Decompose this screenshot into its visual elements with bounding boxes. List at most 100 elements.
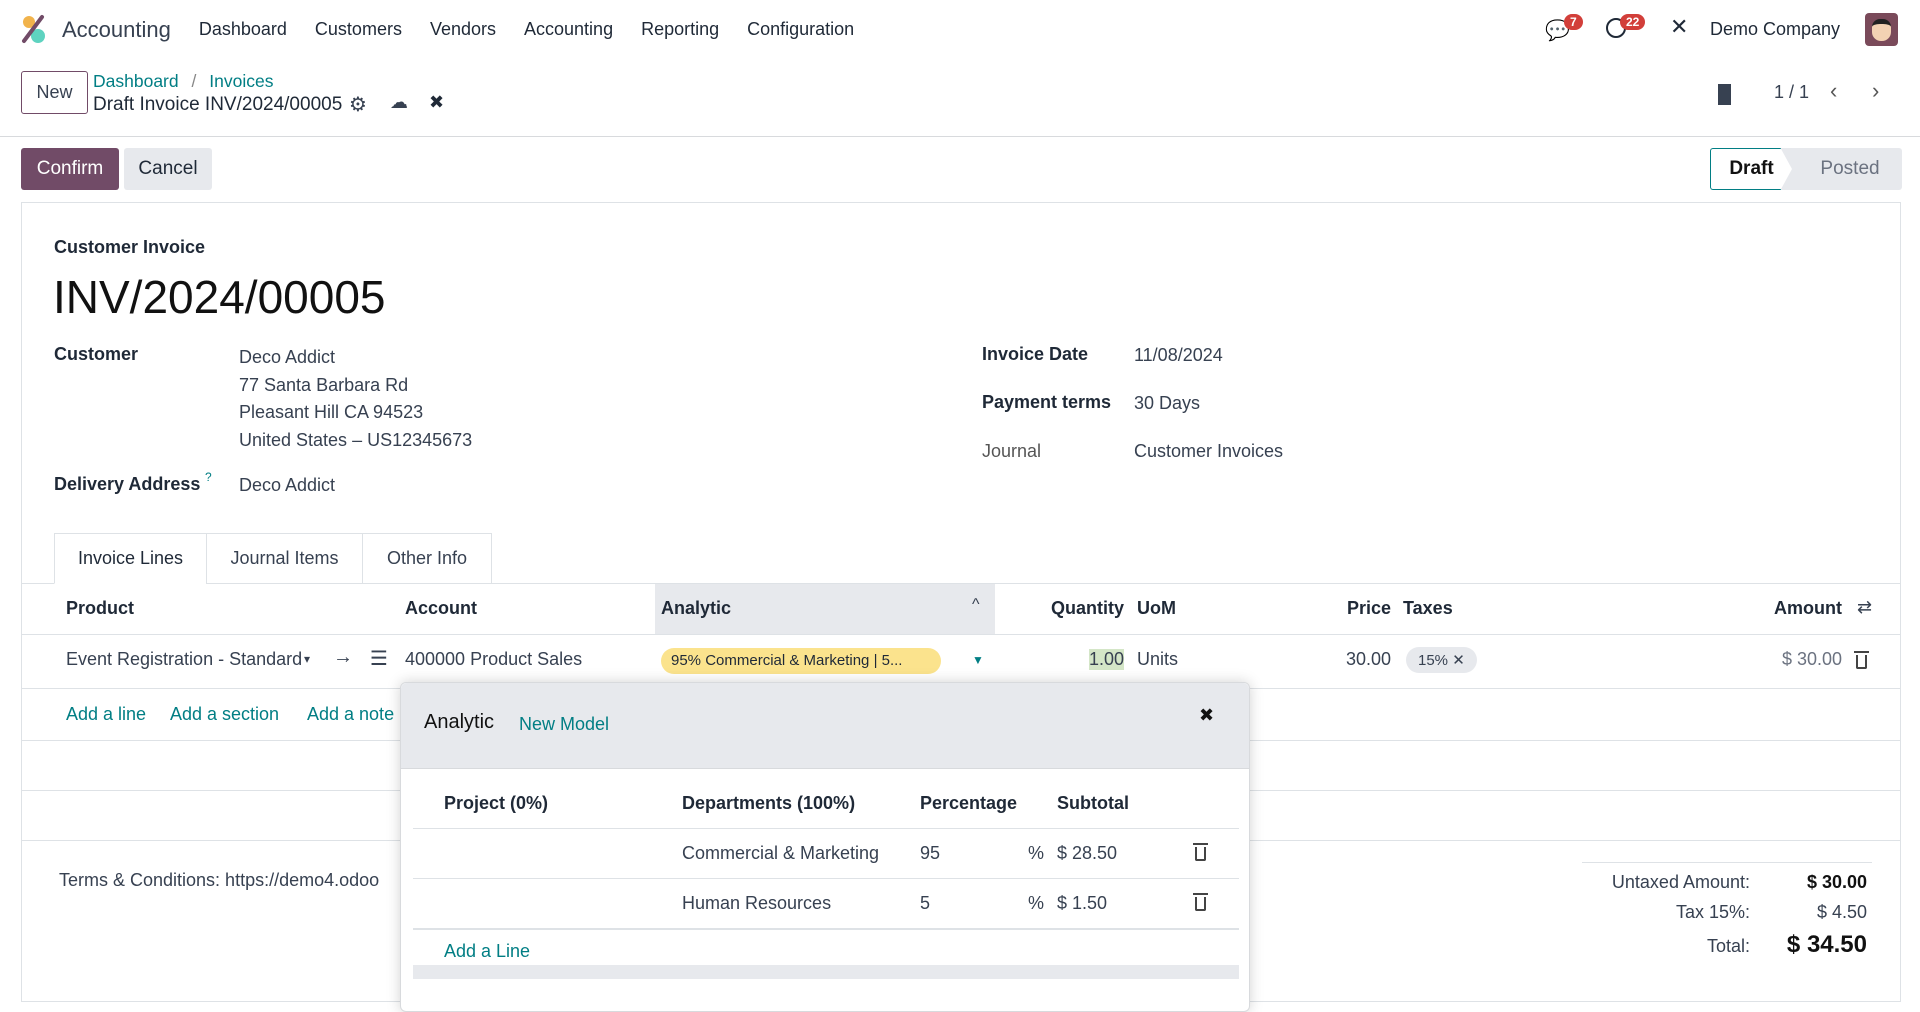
new-button[interactable]: New	[21, 71, 88, 114]
col-amount[interactable]: Amount	[1774, 598, 1842, 619]
col-uom[interactable]: UoM	[1137, 598, 1176, 619]
confirm-button[interactable]: Confirm	[21, 148, 119, 190]
breadcrumb-dashboard[interactable]: Dashboard	[93, 71, 179, 91]
col-taxes[interactable]: Taxes	[1403, 598, 1453, 619]
customer-street: 77 Santa Barbara Rd	[239, 374, 409, 395]
pager-value[interactable]: 1 / 1	[1774, 82, 1809, 103]
delivery-address-field[interactable]: Deco Addict	[239, 475, 335, 496]
invoice-date-label: Invoice Date	[982, 344, 1089, 364]
col-departments: Departments (100%)	[682, 793, 856, 813]
untaxed-label: Untaxed Amount:	[1611, 872, 1750, 892]
row-percent-sign: %	[1028, 893, 1045, 913]
line-amount: $ 30.00	[1781, 649, 1842, 669]
cancel-button[interactable]: Cancel	[124, 148, 212, 190]
company-switcher[interactable]: Demo Company	[1710, 19, 1840, 40]
discard-icon[interactable]: ✖	[429, 92, 444, 113]
col-analytic[interactable]: Analytic	[661, 598, 731, 619]
total-label: Total:	[1706, 936, 1750, 956]
save-cloud-icon[interactable]: ☁	[390, 92, 408, 113]
popup-title: Analytic	[424, 711, 495, 733]
col-price[interactable]: Price	[1347, 598, 1391, 619]
debug-tools-icon[interactable]: ✕	[1670, 14, 1688, 40]
tax-tag-label: 15%	[1418, 652, 1449, 669]
tax-label: Tax 15%:	[1675, 902, 1750, 922]
tax-amount: $ 4.50	[1816, 902, 1867, 922]
breadcrumb-invoices[interactable]: Invoices	[209, 71, 273, 91]
messages-badge: 7	[1564, 14, 1583, 30]
invoice-type: Customer Invoice	[54, 237, 206, 257]
menu-lines-icon[interactable]: ☰	[370, 646, 388, 671]
customer-city: Pleasant Hill CA 94523	[239, 402, 424, 422]
tax-tag[interactable]: 15% ✕	[1406, 647, 1477, 673]
popup-footer-bar	[413, 965, 1239, 979]
customer-name[interactable]: Deco Addict	[239, 344, 472, 372]
customer-country-vat: United States – US12345673	[239, 429, 473, 450]
help-tooltip-icon[interactable]: ?	[205, 470, 212, 484]
breadcrumb: Dashboard / Invoices	[93, 71, 274, 91]
analytic-tag[interactable]: 95% Commercial & Marketing | 5...	[661, 648, 941, 674]
pager-prev-icon[interactable]: ‹	[1830, 78, 1837, 104]
add-line-link[interactable]: Add a line	[66, 704, 146, 725]
journal-field[interactable]: Customer Invoices	[1134, 441, 1283, 462]
invoice-date-field[interactable]: 11/08/2024	[1134, 345, 1223, 366]
menu-vendors[interactable]: Vendors	[430, 19, 496, 40]
app-logo-icon[interactable]	[20, 14, 48, 44]
delete-distribution-icon[interactable]	[1193, 843, 1208, 861]
new-model-link[interactable]: New Model	[519, 714, 609, 735]
journal-label: Journal	[982, 441, 1042, 461]
record-title: Draft Invoice INV/2024/00005	[93, 94, 343, 115]
close-icon[interactable]: ✖	[1199, 705, 1214, 726]
line-uom[interactable]: Units	[1137, 649, 1178, 670]
menu-reporting[interactable]: Reporting	[641, 19, 719, 40]
bookmark-icon[interactable]	[1718, 84, 1731, 105]
menu-dashboard[interactable]: Dashboard	[199, 19, 287, 40]
col-account[interactable]: Account	[405, 598, 477, 619]
analytic-dropdown-icon[interactable]: ▼	[972, 653, 984, 667]
line-product[interactable]: Event Registration - Standard	[66, 649, 306, 670]
analytic-popup: Analytic New Model ✖ Project (0%) Depart…	[400, 682, 1250, 1012]
pager-next-icon[interactable]: ›	[1872, 78, 1879, 104]
menu-customers[interactable]: Customers	[315, 19, 402, 40]
tab-invoice-lines[interactable]: Invoice Lines	[54, 533, 207, 584]
status-posted[interactable]: Posted	[1805, 148, 1895, 190]
menu-configuration[interactable]: Configuration	[747, 19, 854, 40]
remove-tax-icon[interactable]: ✕	[1452, 652, 1465, 669]
menu-accounting[interactable]: Accounting	[524, 19, 613, 40]
line-quantity[interactable]: 1.00	[1088, 649, 1124, 670]
payment-terms-label: Payment terms	[982, 392, 1112, 412]
activities-badge: 22	[1620, 14, 1646, 30]
untaxed-amount: $ 30.00	[1806, 872, 1867, 892]
divider	[1582, 862, 1872, 863]
line-account[interactable]: 400000 Product Sales	[405, 649, 582, 670]
add-note-link[interactable]: Add a note	[307, 704, 400, 725]
row-department[interactable]: Human Resources	[682, 893, 831, 914]
line-price[interactable]: 30.00	[1346, 649, 1391, 670]
row-percentage[interactable]: 5	[920, 893, 930, 914]
payment-terms-field[interactable]: 30 Days	[1134, 393, 1200, 414]
app-name[interactable]: Accounting	[62, 17, 171, 43]
add-distribution-line-link[interactable]: Add a Line	[444, 941, 530, 962]
arrow-right-icon[interactable]: →	[333, 646, 353, 669]
gear-icon[interactable]: ⚙	[349, 92, 367, 117]
delete-line-icon[interactable]	[1854, 651, 1869, 669]
status-draft[interactable]: Draft	[1710, 148, 1792, 190]
col-product[interactable]: Product	[66, 598, 134, 619]
dropdown-caret-icon[interactable]: ▾	[304, 652, 310, 666]
tab-other-info[interactable]: Other Info	[362, 533, 492, 584]
col-project: Project (0%)	[444, 793, 549, 813]
divider	[0, 136, 1920, 137]
customer-field[interactable]: Deco Addict 77 Santa Barbara Rd Pleasant…	[239, 344, 472, 454]
delivery-address-label: Delivery Address	[54, 474, 201, 494]
row-percent-sign: %	[1028, 843, 1045, 863]
total-amount: $ 34.50	[1786, 931, 1867, 958]
user-avatar[interactable]	[1865, 13, 1898, 46]
add-section-link[interactable]: Add a section	[170, 704, 279, 725]
col-quantity[interactable]: Quantity	[1051, 598, 1124, 619]
tab-journal-items[interactable]: Journal Items	[206, 533, 363, 584]
delete-distribution-icon[interactable]	[1193, 893, 1208, 911]
row-subtotal: $ 1.50	[1057, 893, 1108, 913]
row-department[interactable]: Commercial & Marketing	[682, 843, 887, 864]
column-settings-icon[interactable]: ⇄	[1857, 597, 1872, 618]
divider	[413, 928, 1239, 930]
row-percentage[interactable]: 95	[920, 843, 940, 864]
